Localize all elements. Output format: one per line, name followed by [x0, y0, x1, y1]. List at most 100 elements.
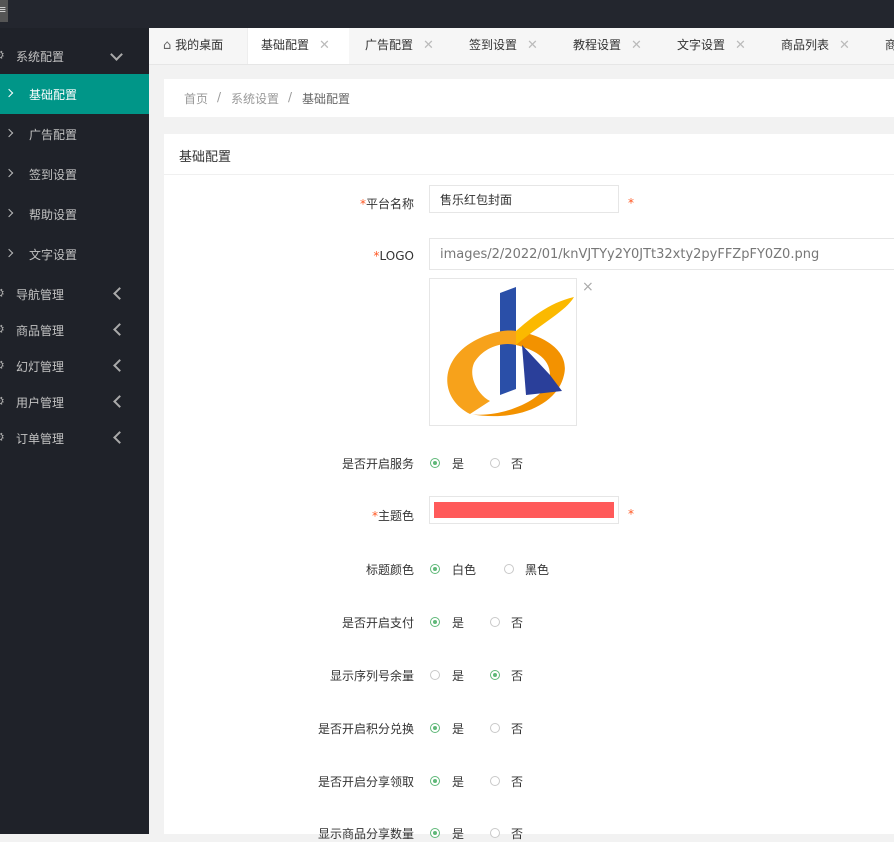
settings-icon: ⚙ — [0, 48, 5, 62]
platform-name-input[interactable] — [429, 185, 619, 213]
sidebar-item-label: 帮助设置 — [29, 208, 78, 222]
sidebar-item-label: 签到设置 — [29, 168, 78, 182]
divider — [164, 174, 894, 175]
chevron-right-icon — [4, 245, 14, 260]
card-title: 基础配置 — [179, 150, 232, 165]
sidebar-group-label: 用户管理 — [16, 396, 65, 410]
tab-tutorial-settings[interactable]: 教程设置 ✕ — [573, 28, 642, 64]
logo-path-input[interactable] — [429, 238, 894, 270]
radio-label: 否 — [511, 616, 524, 630]
close-icon[interactable]: ✕ — [631, 38, 642, 53]
radio-label: 否 — [511, 775, 524, 789]
top-header: ≡ — [0, 0, 894, 28]
tab-overflow[interactable]: 商 — [885, 28, 894, 64]
share-count-radio-yes[interactable] — [430, 828, 440, 838]
tab-basic-config[interactable]: 基础配置 ✕ — [261, 28, 330, 64]
service-radio-yes[interactable] — [430, 458, 440, 468]
theme-color-label: *主题色 — [371, 509, 414, 523]
sidebar-item-signin-settings[interactable]: 签到设置 — [0, 154, 149, 194]
title-color-radio-white[interactable] — [430, 564, 440, 574]
tab-label: 基础配置 — [261, 38, 310, 52]
share-count-radio-no[interactable] — [490, 828, 500, 838]
radio-label: 是 — [452, 775, 465, 789]
platform-name-label: *平台名称 — [359, 197, 414, 211]
sidebar-item-label: 文字设置 — [29, 248, 78, 262]
tab-text-settings[interactable]: 文字设置 ✕ — [677, 28, 746, 64]
breadcrumb: 首页 / 系统设置 / 基础配置 — [164, 79, 894, 117]
sidebar-item-help-settings[interactable]: 帮助设置 — [0, 194, 149, 234]
sidebar-group-system-config[interactable]: ⚙ 系统配置 — [0, 36, 149, 76]
required-star: * — [628, 507, 634, 521]
tab-label: 商品列表 — [781, 38, 830, 52]
radio-label: 是 — [452, 457, 465, 471]
sidebar-group-user-management[interactable]: ⚙ 用户管理 — [0, 382, 149, 422]
sidebar-item-label: 基础配置 — [29, 88, 78, 102]
serial-remaining-label: 显示序列号余量 — [329, 669, 414, 683]
serial-remaining-radio-no[interactable] — [490, 670, 500, 680]
sidebar-item-basic-config[interactable]: 基础配置 — [0, 74, 149, 114]
sidebar-item-label: 广告配置 — [29, 128, 78, 142]
payment-radio-no[interactable] — [490, 617, 500, 627]
logo-preview[interactable] — [429, 278, 577, 426]
title-color-radio-black[interactable] — [504, 564, 514, 574]
radio-label: 是 — [452, 669, 465, 683]
close-icon[interactable]: ✕ — [839, 38, 850, 53]
sidebar-group-label: 商品管理 — [16, 324, 65, 338]
breadcrumb-home[interactable]: 首页 — [184, 90, 208, 107]
sidebar-group-product-management[interactable]: ⚙ 商品管理 — [0, 310, 149, 350]
share-claim-radio-no[interactable] — [490, 776, 500, 786]
tab-home[interactable]: ⌂ 我的桌面 — [163, 28, 223, 64]
share-claim-radio-yes[interactable] — [430, 776, 440, 786]
tab-label: 教程设置 — [573, 38, 622, 52]
remove-icon[interactable]: × — [582, 279, 594, 295]
chevron-right-icon — [4, 85, 14, 100]
tab-label: 广告配置 — [365, 38, 414, 52]
required-star: * — [628, 196, 634, 210]
color-swatch — [434, 502, 614, 518]
tab-bar: ⌂ 我的桌面 基础配置 ✕ 广告配置 ✕ 签到设置 ✕ 教程设置 ✕ 文字设置 ✕ 商品列… — [149, 28, 894, 65]
sidebar-group-order-management[interactable]: ⚙ 订单管理 — [0, 418, 149, 458]
tab-ad-config[interactable]: 广告配置 ✕ — [365, 28, 434, 64]
radio-label: 否 — [511, 669, 524, 683]
chevron-left-icon — [113, 431, 126, 446]
sidebar-item-ad-config[interactable]: 广告配置 — [0, 114, 149, 154]
breadcrumb-separator: / — [288, 90, 293, 104]
radio-label: 否 — [511, 722, 524, 736]
radio-label: 是 — [452, 616, 465, 630]
chevron-down-icon — [110, 48, 123, 63]
sidebar-item-text-settings[interactable]: 文字设置 — [0, 234, 149, 274]
product-icon: ⚙ — [0, 322, 5, 336]
tab-label: 签到设置 — [469, 38, 518, 52]
sidebar-group-nav-management[interactable]: ⚙ 导航管理 — [0, 274, 149, 314]
tab-label: 我的桌面 — [175, 38, 224, 52]
nav-icon: ⚙ — [0, 286, 5, 300]
home-icon: ⌂ — [163, 38, 172, 53]
sidebar-group-label: 幻灯管理 — [16, 360, 65, 374]
chevron-left-icon — [113, 287, 126, 302]
theme-color-picker[interactable] — [429, 496, 619, 524]
order-icon: ⚙ — [0, 430, 5, 444]
serial-remaining-radio-yes[interactable] — [430, 670, 440, 680]
points-exchange-radio-yes[interactable] — [430, 723, 440, 733]
sidebar-group-slide-management[interactable]: ⚙ 幻灯管理 — [0, 346, 149, 386]
tab-signin-settings[interactable]: 签到设置 ✕ — [469, 28, 538, 64]
close-icon[interactable]: ✕ — [319, 38, 330, 53]
brand-logo-image — [447, 287, 574, 417]
chevron-right-icon — [4, 205, 14, 220]
close-icon[interactable]: ✕ — [735, 38, 746, 53]
points-exchange-radio-no[interactable] — [490, 723, 500, 733]
chevron-left-icon — [113, 359, 126, 374]
sidebar-group-label: 系统配置 — [16, 50, 65, 64]
payment-radio-yes[interactable] — [430, 617, 440, 627]
tab-label: 商 — [885, 38, 894, 52]
radio-label: 黑色 — [525, 563, 550, 577]
breadcrumb-system-settings[interactable]: 系统设置 — [231, 90, 279, 107]
hamburger-icon[interactable]: ≡ — [0, 0, 8, 22]
tab-product-list[interactable]: 商品列表 ✕ — [781, 28, 850, 64]
radio-label: 是 — [452, 722, 465, 736]
service-radio-no[interactable] — [490, 458, 500, 468]
close-icon[interactable]: ✕ — [527, 38, 538, 53]
radio-label: 否 — [511, 457, 524, 471]
service-label: 是否开启服务 — [341, 457, 414, 471]
close-icon[interactable]: ✕ — [423, 38, 434, 53]
